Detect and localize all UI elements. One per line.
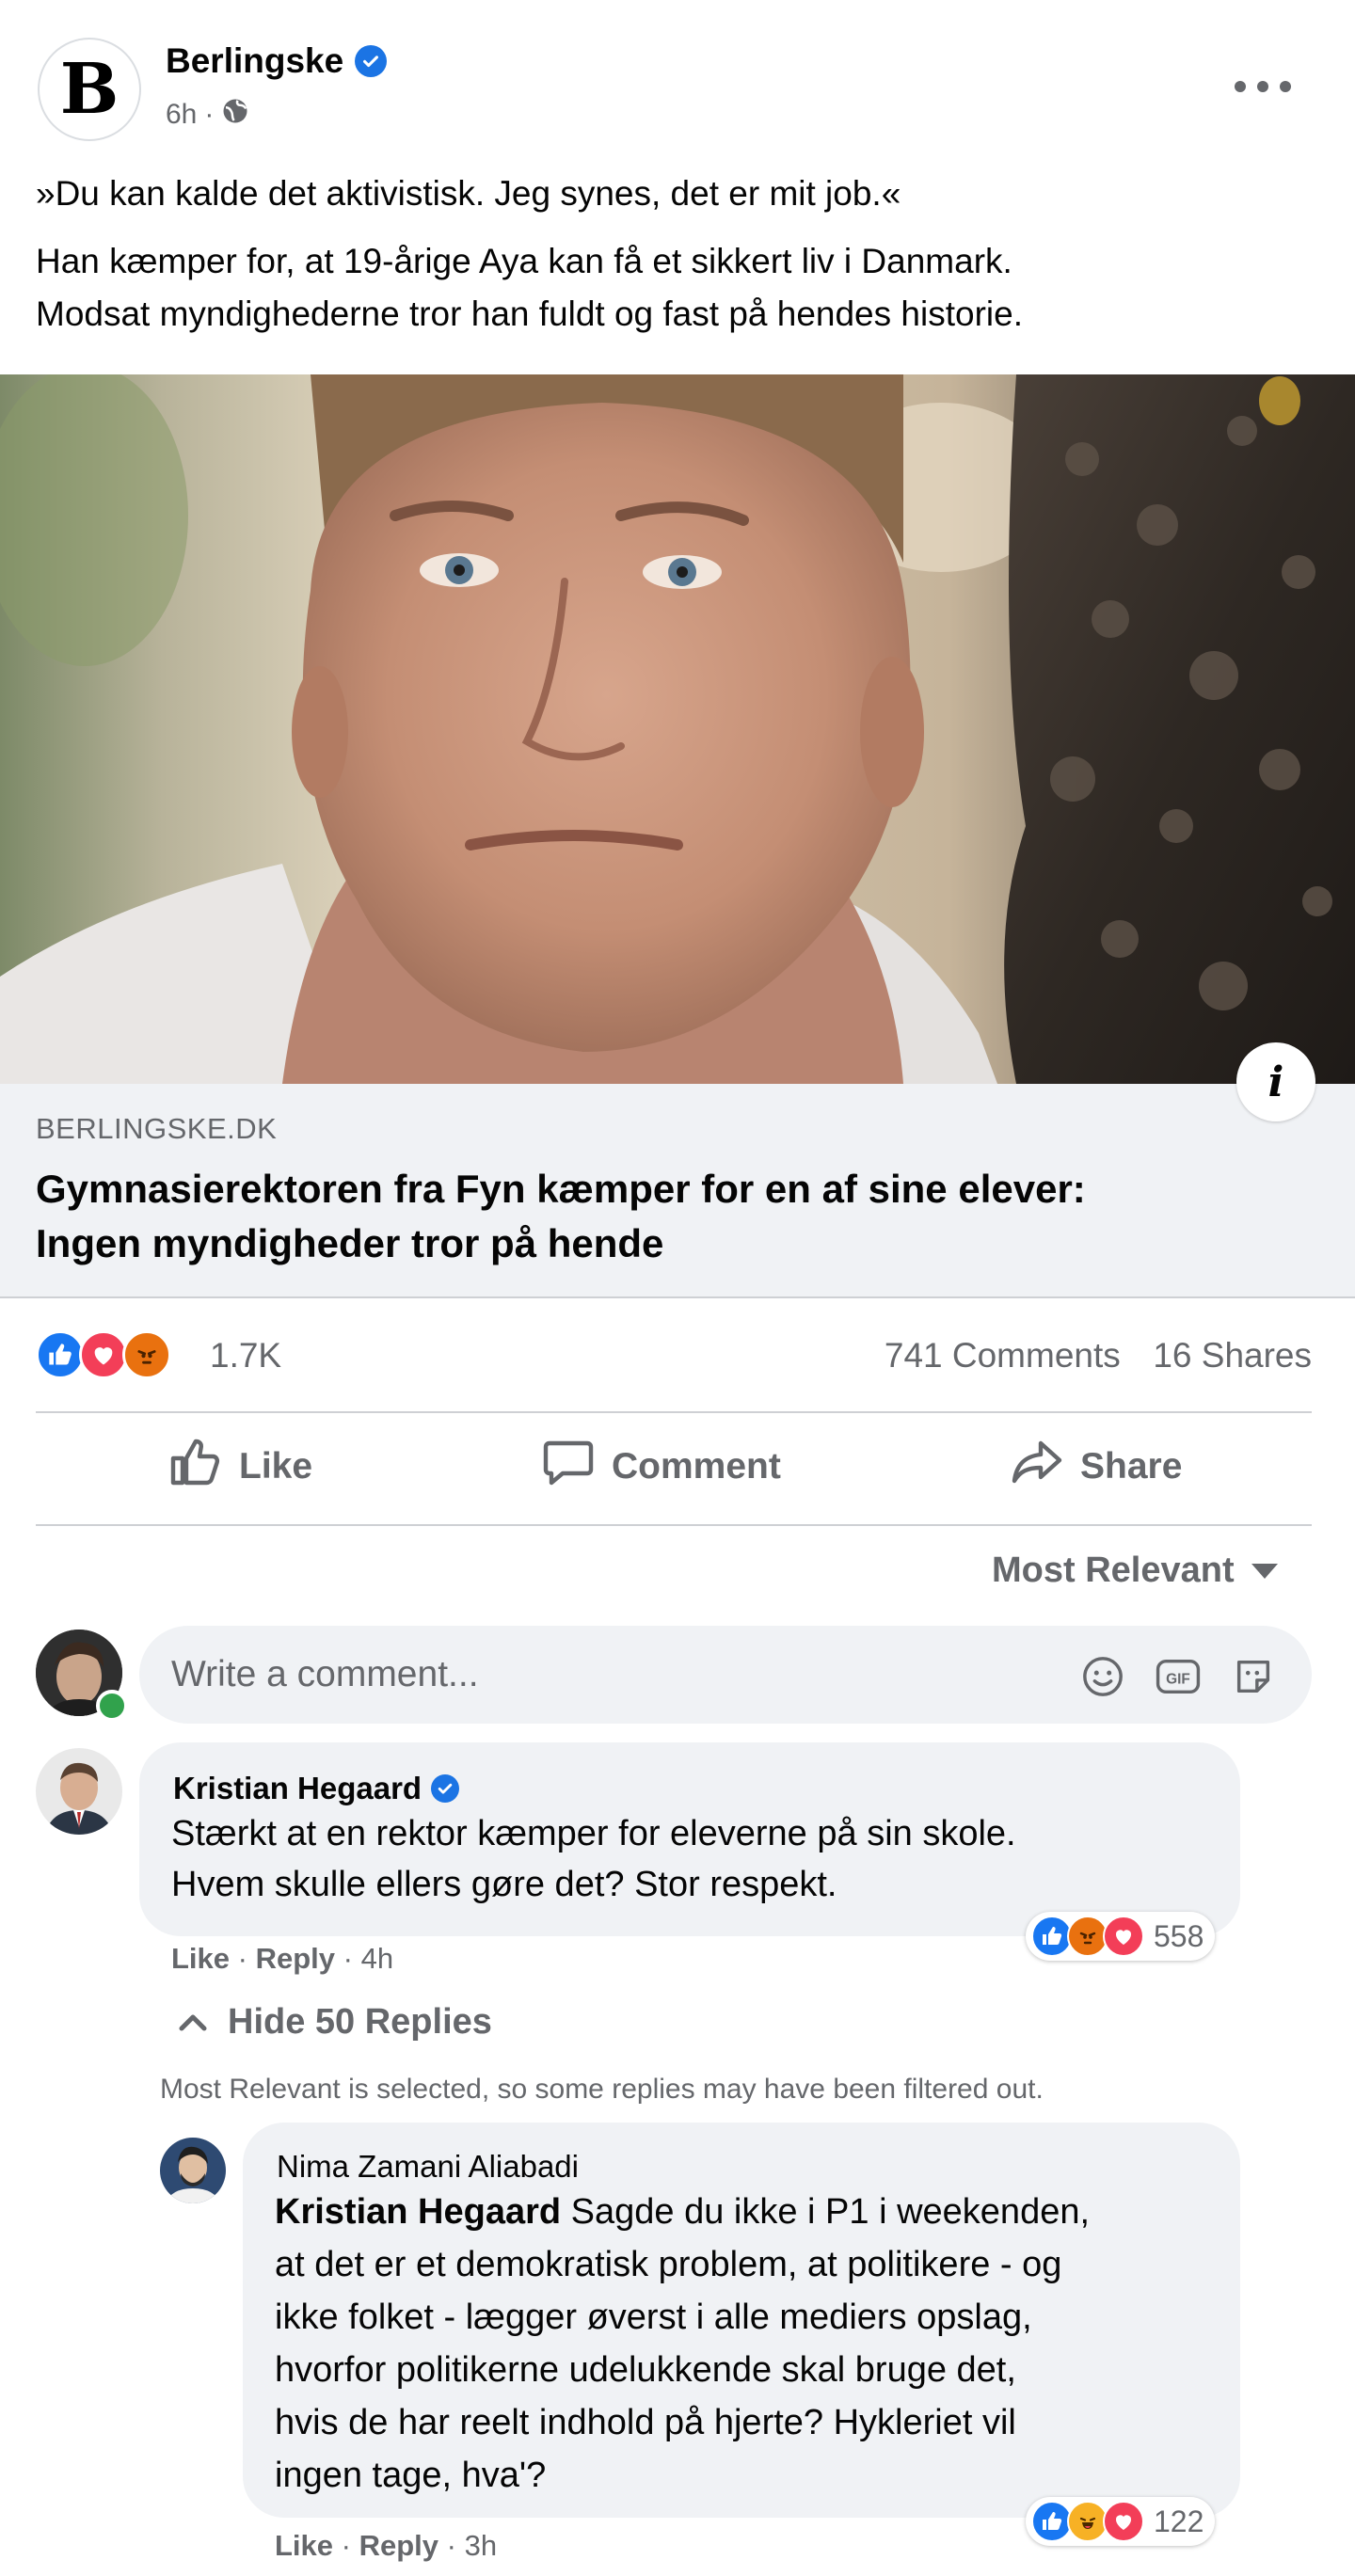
post-time[interactable]: 6h <box>166 99 197 131</box>
action-separator: · <box>343 1942 353 1975</box>
reply-text-line4: hvorfor politikerne udelukkende skal bru… <box>275 2350 1016 2390</box>
reply-author-avatar[interactable] <box>160 2138 226 2203</box>
comment-author[interactable]: Kristian Hegaard <box>173 1771 460 1806</box>
comment-sort-dropdown[interactable]: Most Relevant <box>992 1550 1278 1591</box>
comment-text-line1: Stærkt at en rektor kæmper for eleverne … <box>171 1814 1016 1853</box>
reply-author[interactable]: Nima Zamani Aliabadi <box>277 2149 579 2185</box>
comment-reaction-count: 558 <box>1154 1918 1204 1953</box>
comment-bubble: Kristian Hegaard Stærkt at en rektor kæm… <box>139 1742 1240 1936</box>
like-icon <box>169 1438 222 1496</box>
verified-icon <box>355 45 388 77</box>
comment-button[interactable]: Comment <box>542 1434 781 1500</box>
love-reaction-icon <box>1103 1916 1144 1957</box>
action-separator: · <box>446 2529 456 2562</box>
reply-text-line1: Kristian Hegaard Sagde du ikke i P1 i we… <box>275 2186 1090 2237</box>
reply-text-line6: ingen tage, hva'? <box>275 2456 547 2495</box>
action-separator: · <box>341 2529 351 2562</box>
comment-author-name[interactable]: Kristian Hegaard <box>173 1771 422 1806</box>
reply-actions: Like · Reply · 3h <box>275 2529 497 2563</box>
link-title-line1: Gymnasierektoren fra Fyn kæmper for en a… <box>36 1167 1086 1211</box>
like-reaction-icon <box>36 1330 85 1379</box>
info-icon[interactable]: i <box>1236 1042 1315 1121</box>
angry-reaction-icon <box>122 1330 171 1379</box>
comment-icon <box>542 1438 595 1496</box>
reactions-summary: 1.7K 741 Comments 16 Shares <box>36 1323 1312 1389</box>
page-name[interactable]: Berlingske <box>166 41 388 81</box>
love-reaction-icon <box>79 1330 128 1379</box>
meta-separator: · <box>204 99 215 130</box>
link-domain: BERLINGSKE.DK <box>36 1112 278 1145</box>
verified-icon <box>431 1774 460 1803</box>
comment-input[interactable] <box>171 1654 1075 1695</box>
commenter-avatar[interactable] <box>36 1748 122 1835</box>
comment-time[interactable]: 4h <box>361 1942 393 1975</box>
reply-mention[interactable]: Kristian Hegaard <box>275 2192 561 2232</box>
more-icon[interactable] <box>1235 68 1291 105</box>
gif-icon[interactable]: GIF <box>1156 1654 1201 1699</box>
link-preview-image[interactable] <box>0 374 1355 1084</box>
post-text-line2a: Han kæmper for, at 19-årige Aya kan få e… <box>36 242 1012 280</box>
action-separator: · <box>237 1942 247 1975</box>
post-text-line2b: Modsat myndighederne tror han fuldt og f… <box>36 294 1023 333</box>
comment-like-button[interactable]: Like <box>171 1942 230 1975</box>
reply-like-button[interactable]: Like <box>275 2529 333 2562</box>
hide-replies-button[interactable]: Hide 50 Replies <box>177 2002 492 2043</box>
sticker-icon[interactable] <box>1231 1654 1276 1699</box>
divider <box>36 1524 1312 1526</box>
reply-text-line5: hvis de har reelt indhold på hjerte? Hyk… <box>275 2403 1016 2442</box>
reactions-count[interactable]: 1.7K <box>210 1336 281 1375</box>
link-title-line2: Ingen myndigheder tror på hende <box>36 1221 664 1265</box>
reply-reactions[interactable]: 122 <box>1026 2497 1216 2546</box>
page-avatar-initial: B <box>59 49 120 130</box>
sort-label: Most Relevant <box>992 1550 1235 1590</box>
emoji-icon[interactable] <box>1080 1654 1125 1699</box>
reply-reply-button[interactable]: Reply <box>359 2529 438 2562</box>
page-avatar[interactable]: B <box>38 38 141 141</box>
divider <box>36 1411 1312 1413</box>
online-status-indicator <box>96 1690 128 1722</box>
reply-reaction-count: 122 <box>1154 2504 1204 2538</box>
comment-reply-button[interactable]: Reply <box>256 1942 335 1975</box>
reply-time[interactable]: 3h <box>465 2529 497 2562</box>
chevron-down-icon <box>1251 1563 1278 1579</box>
reaction-icons[interactable] <box>36 1330 171 1379</box>
post-meta: 6h · <box>166 97 249 133</box>
globe-icon <box>221 97 249 133</box>
page-name-text[interactable]: Berlingske <box>166 41 343 81</box>
like-button-label: Like <box>239 1446 313 1487</box>
hide-replies-label: Hide 50 Replies <box>228 2002 492 2042</box>
comment-text-line2: Hvem skulle ellers gøre det? Stor respek… <box>171 1865 837 1904</box>
comment-button-label: Comment <box>612 1446 781 1487</box>
share-button[interactable]: Share <box>1011 1434 1182 1500</box>
post-header <box>0 0 1355 179</box>
comment-reactions[interactable]: 558 <box>1026 1912 1216 1961</box>
comments-count[interactable]: 741 Comments <box>885 1336 1121 1375</box>
comments-shares: 741 Comments 16 Shares <box>885 1336 1312 1375</box>
comment-composer[interactable]: GIF <box>139 1626 1312 1724</box>
filter-note: Most Relevant is selected, so some repli… <box>160 2074 1044 2105</box>
reply-text-line1-body: Sagde du ikke i P1 i weekenden, <box>570 2192 1091 2232</box>
reply-text-line3: ikke folket - lægger øverst i alle medie… <box>275 2298 1032 2337</box>
share-icon <box>1011 1438 1063 1496</box>
shares-count[interactable]: 16 Shares <box>1153 1336 1312 1375</box>
like-button[interactable]: Like <box>169 1434 312 1500</box>
comment-actions: Like · Reply · 4h <box>171 1942 393 1976</box>
post-text-line1: »Du kan kalde det aktivistisk. Jeg synes… <box>36 174 901 213</box>
reply-bubble: Nima Zamani Aliabadi Kristian Hegaard Sa… <box>243 2123 1240 2518</box>
link-title[interactable]: Gymnasierektoren fra Fyn kæmper for en a… <box>36 1162 1315 1271</box>
svg-text:GIF: GIF <box>1166 1672 1190 1688</box>
reply-text-line2: at det er et demokratisk problem, at pol… <box>275 2245 1062 2284</box>
chevron-up-icon <box>177 2002 209 2043</box>
love-reaction-icon <box>1103 2501 1144 2542</box>
share-button-label: Share <box>1080 1446 1183 1487</box>
